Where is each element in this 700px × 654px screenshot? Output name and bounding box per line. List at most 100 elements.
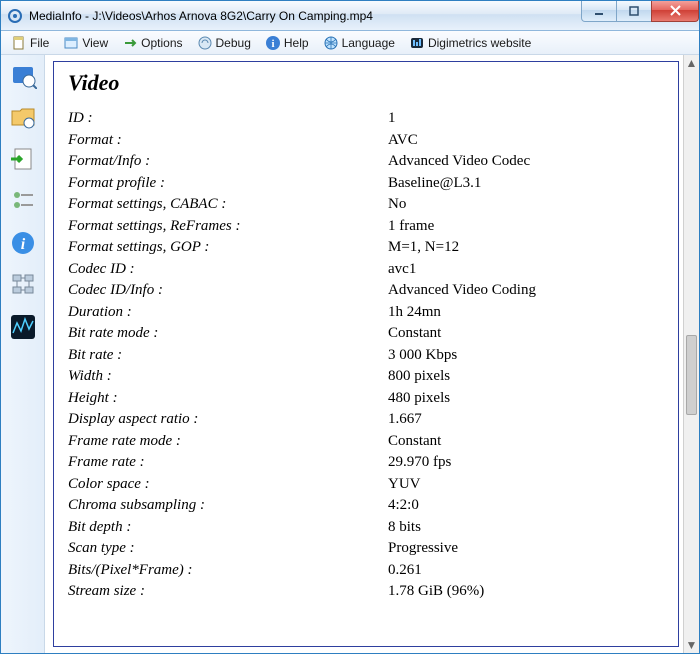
language-icon [323, 35, 339, 51]
info-value: Constant [388, 325, 664, 342]
info-key: Color space : [68, 476, 388, 493]
info-key: Height : [68, 390, 388, 407]
info-row: Bit depth :8 bits [68, 519, 664, 536]
menu-digimetrics-label: Digimetrics website [428, 36, 531, 50]
scroll-up-icon[interactable]: ▲ [684, 55, 699, 71]
info-key: Chroma subsampling : [68, 497, 388, 514]
vertical-scrollbar[interactable]: ▲ ▼ [683, 55, 699, 653]
info-row: Format/Info :Advanced Video Codec [68, 153, 664, 170]
info-value: 0.261 [388, 562, 664, 579]
info-row: Codec ID :avc1 [68, 261, 664, 278]
sidebar-settings[interactable] [7, 185, 39, 217]
sidebar: i [1, 55, 45, 653]
window-title: MediaInfo - J:\Videos\Arhos Arnova 8G2\C… [29, 8, 582, 23]
sidebar-export[interactable] [7, 143, 39, 175]
scroll-thumb[interactable] [686, 335, 697, 415]
info-value: 1h 24mn [388, 304, 664, 321]
info-key: Width : [68, 368, 388, 385]
sidebar-open-folder[interactable] [7, 101, 39, 133]
info-row: Bits/(Pixel*Frame) :0.261 [68, 562, 664, 579]
menu-debug-label: Debug [216, 36, 251, 50]
menu-view[interactable]: View [57, 33, 114, 53]
info-panel: Video ID :1Format :AVCFormat/Info :Advan… [53, 61, 679, 647]
app-icon [7, 8, 23, 24]
info-key: Format settings, ReFrames : [68, 218, 388, 235]
menu-debug[interactable]: Debug [191, 33, 257, 53]
file-icon [11, 35, 27, 51]
sidebar-tree-view[interactable] [7, 269, 39, 301]
info-value: No [388, 196, 664, 213]
info-value: 1 frame [388, 218, 664, 235]
info-row: Bit rate :3 000 Kbps [68, 347, 664, 364]
info-row: Frame rate :29.970 fps [68, 454, 664, 471]
info-value: AVC [388, 132, 664, 149]
menu-options-label: Options [141, 36, 182, 50]
help-icon: i [265, 35, 281, 51]
info-key: Bit depth : [68, 519, 388, 536]
info-value: Advanced Video Coding [388, 282, 664, 299]
info-row: Format settings, ReFrames :1 frame [68, 218, 664, 235]
info-row: Chroma subsampling :4:2:0 [68, 497, 664, 514]
info-row: Duration :1h 24mn [68, 304, 664, 321]
view-icon [63, 35, 79, 51]
info-key: Scan type : [68, 540, 388, 557]
sidebar-open-file[interactable] [7, 59, 39, 91]
info-row: Codec ID/Info :Advanced Video Coding [68, 282, 664, 299]
info-key: Bit rate : [68, 347, 388, 364]
info-key: Bit rate mode : [68, 325, 388, 342]
info-value: Baseline@L3.1 [388, 175, 664, 192]
info-row: Bit rate mode :Constant [68, 325, 664, 342]
info-value: 1 [388, 110, 664, 127]
info-key: ID : [68, 110, 388, 127]
info-key: Duration : [68, 304, 388, 321]
info-key: Format settings, CABAC : [68, 196, 388, 213]
info-value: avc1 [388, 261, 664, 278]
info-value: 29.970 fps [388, 454, 664, 471]
menu-file[interactable]: File [5, 33, 55, 53]
menu-language[interactable]: Language [317, 33, 401, 53]
info-key: Codec ID : [68, 261, 388, 278]
info-key: Frame rate mode : [68, 433, 388, 450]
info-value: 4:2:0 [388, 497, 664, 514]
info-row: Display aspect ratio :1.667 [68, 411, 664, 428]
info-row: Stream size :1.78 GiB (96%) [68, 583, 664, 600]
info-row: ID :1 [68, 110, 664, 127]
info-key: Format profile : [68, 175, 388, 192]
close-button[interactable] [651, 1, 699, 22]
info-key: Display aspect ratio : [68, 411, 388, 428]
digimetrics-icon [409, 35, 425, 51]
info-key: Format settings, GOP : [68, 239, 388, 256]
sidebar-about[interactable]: i [7, 227, 39, 259]
menu-digimetrics[interactable]: Digimetrics website [403, 33, 537, 53]
maximize-button[interactable] [616, 1, 652, 22]
menu-language-label: Language [342, 36, 395, 50]
scroll-down-icon[interactable]: ▼ [684, 637, 699, 653]
menu-file-label: File [30, 36, 49, 50]
minimize-button[interactable] [581, 1, 617, 22]
sidebar-graph-view[interactable] [7, 311, 39, 343]
info-value: 1.78 GiB (96%) [388, 583, 664, 600]
titlebar: MediaInfo - J:\Videos\Arhos Arnova 8G2\C… [1, 1, 699, 31]
menu-help[interactable]: i Help [259, 33, 315, 53]
info-row: Frame rate mode :Constant [68, 433, 664, 450]
info-key: Frame rate : [68, 454, 388, 471]
info-key: Codec ID/Info : [68, 282, 388, 299]
info-value: YUV [388, 476, 664, 493]
info-row: Height :480 pixels [68, 390, 664, 407]
info-value: Progressive [388, 540, 664, 557]
info-row: Color space :YUV [68, 476, 664, 493]
menubar: File View Options Debug i Help Language [1, 31, 699, 55]
info-value: 480 pixels [388, 390, 664, 407]
info-value: 800 pixels [388, 368, 664, 385]
info-row: Width :800 pixels [68, 368, 664, 385]
menu-view-label: View [82, 36, 108, 50]
options-icon [122, 35, 138, 51]
menu-help-label: Help [284, 36, 309, 50]
info-value: 8 bits [388, 519, 664, 536]
info-key: Bits/(Pixel*Frame) : [68, 562, 388, 579]
svg-text:i: i [20, 236, 25, 253]
menu-options[interactable]: Options [116, 33, 188, 53]
info-row: Format settings, GOP :M=1, N=12 [68, 239, 664, 256]
info-row: Format profile :Baseline@L3.1 [68, 175, 664, 192]
info-value: Constant [388, 433, 664, 450]
